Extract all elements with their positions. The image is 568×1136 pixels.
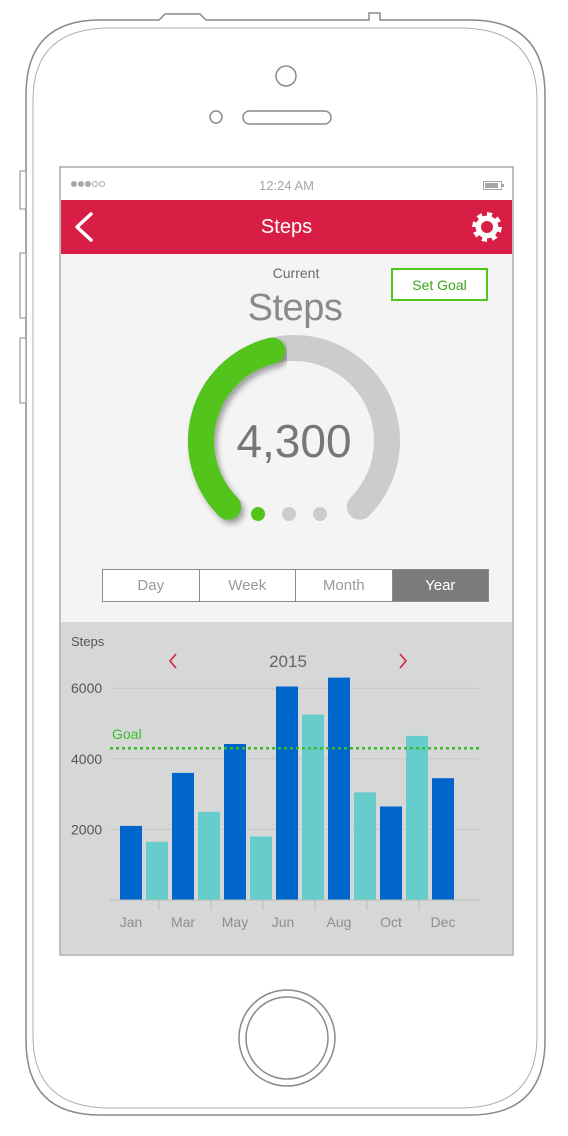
x-tick-label: Aug [327,914,352,930]
app-screen: 12:24 AM Steps Current Steps Set Goal 4,… [61,168,512,954]
bar [302,714,324,900]
bar [172,772,194,900]
bar [276,686,298,900]
bar [354,792,376,900]
bar [198,811,220,900]
next-year-chevron-icon[interactable] [399,653,408,669]
x-tick-label: Mar [171,914,195,930]
mute-switch [19,170,27,210]
volume-down-button [19,337,27,404]
bar [224,744,246,900]
bar [380,806,402,900]
bar [328,677,350,900]
y-tick-label: 6000 [71,680,102,696]
bar [146,841,168,900]
y-tick-label: 4000 [71,751,102,767]
page-dot[interactable] [251,507,265,521]
volume-up-button [19,252,27,319]
page-indicator [251,507,327,521]
range-selector: Day Week Month Year [102,569,489,602]
home-button[interactable] [239,990,335,1086]
y-tick-label: 2000 [71,821,102,837]
x-tick-label: Jan [120,914,143,930]
tab-year[interactable]: Year [392,570,488,601]
page-dot[interactable] [313,507,327,521]
steps-value: 4,300 [236,415,352,467]
x-tick-label: Dec [431,914,456,930]
chart-year: 2015 [269,652,307,671]
progress-gauge [188,335,400,521]
y-axis-label: Steps [71,634,105,649]
page-dot[interactable] [282,507,296,521]
bar [250,836,272,900]
bar [432,778,454,900]
tab-month[interactable]: Month [296,570,393,601]
previous-year-chevron-icon[interactable] [168,653,177,669]
tab-day[interactable]: Day [103,570,200,601]
tab-week[interactable]: Week [200,570,296,601]
goal-label: Goal [112,726,142,742]
steps-bar-chart: Steps 2015 2000 4000 6000 Jan Mar May Jun Aug Oct D… [71,634,479,930]
steps-chart-panel: Steps 2015 2000 4000 6000 Jan Mar May Jun Aug Oct D… [61,622,512,954]
x-tick-label: Jun [272,914,295,930]
bar [120,825,142,900]
x-tick-label: Oct [380,914,402,930]
bar [406,735,428,900]
x-tick-label: May [222,914,248,930]
